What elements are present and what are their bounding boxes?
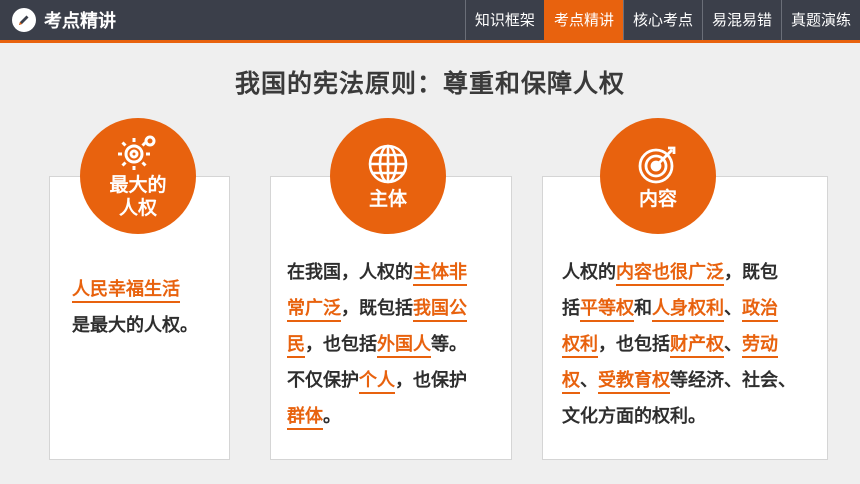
text-segment: 括 — [562, 298, 580, 319]
top-bar: 考点精讲 知识框架 考点精讲 核心考点 易混易错 真题演练 — [0, 0, 860, 40]
text-line: 人民幸福生活 — [72, 272, 198, 308]
text-line: 权、受教育权等经济、社会、 — [562, 363, 796, 399]
text-segment: 在我国，人权的 — [287, 262, 413, 283]
highlighted-term: 外国人 — [377, 334, 431, 358]
target-icon — [638, 146, 676, 183]
tab-core-points[interactable]: 核心考点 — [622, 0, 702, 40]
nav-tabs: 知识框架 考点精讲 核心考点 易混易错 真题演练 — [464, 0, 860, 40]
highlighted-term: 权利 — [562, 334, 598, 358]
highlighted-term: 平等权 — [580, 298, 634, 322]
page-title: 我国的宪法原则：尊重和保障人权 — [234, 69, 625, 98]
text-line: 不仅保护个人，也保护 — [287, 363, 467, 399]
text-line: 人权的内容也很广泛，既包 — [562, 255, 796, 291]
text-segment: ，也包括 — [598, 334, 670, 355]
globe-icon — [368, 144, 408, 183]
text-line: 是最大的人权。 — [72, 308, 198, 344]
card-text-content: 人权的内容也很广泛，既包 括平等权和人身权利、政治 权利，也包括财产权、劳动 权、受教… — [562, 255, 796, 435]
text-line: 群体。 — [287, 399, 467, 435]
circle-label: 主体 — [368, 187, 407, 210]
highlighted-term: 个人 — [359, 370, 395, 394]
highlighted-term: 人民幸福生活 — [72, 279, 180, 303]
circle-badge-greatest-human-right: 最大的 人权 — [80, 118, 196, 234]
highlighted-term: 群体 — [287, 406, 323, 430]
text-segment: 、 — [724, 298, 742, 319]
gear-icon — [118, 135, 156, 170]
brand: 考点精讲 — [12, 7, 116, 33]
text-segment: 和 — [634, 298, 652, 319]
highlighted-term: 政治 — [742, 298, 778, 322]
text-line: 权利，也包括财产权、劳动 — [562, 327, 796, 363]
text-segment: 是最大的人权。 — [72, 315, 198, 336]
circle-badge-content: 内容 — [600, 118, 716, 234]
tab-common-mistakes[interactable]: 易混易错 — [701, 0, 781, 40]
text-segment: ，也包括 — [305, 334, 377, 355]
pencil-icon — [12, 8, 36, 32]
text-segment: 等。 — [431, 334, 467, 355]
text-segment: ，既包 — [724, 262, 778, 283]
text-line: 常广泛，既包括我国公 — [287, 291, 467, 327]
text-segment: 。 — [323, 406, 341, 427]
text-line: 民，也包括外国人等。 — [287, 327, 467, 363]
text-segment: 、 — [580, 370, 598, 391]
highlighted-term: 民 — [287, 334, 305, 358]
text-segment: 文化方面的权利。 — [562, 406, 706, 427]
highlighted-term: 常广泛 — [287, 298, 341, 322]
tab-key-points[interactable]: 考点精讲 — [543, 0, 623, 40]
text-segment: ，既包括 — [341, 298, 413, 319]
highlighted-term: 权 — [562, 370, 580, 394]
page-section-title: 考点精讲 — [44, 11, 116, 32]
circle-badge-subject: 主体 — [330, 118, 446, 234]
highlighted-term: 人身权利 — [652, 298, 724, 322]
card-text-greatest-human-right: 人民幸福生活 是最大的人权。 — [72, 272, 198, 344]
text-segment: 、 — [724, 334, 742, 355]
circle-label: 内容 — [638, 187, 677, 210]
tab-exam-practice[interactable]: 真题演练 — [780, 0, 860, 40]
circle-label-line-2: 人权 — [118, 197, 157, 219]
highlighted-term: 财产权 — [670, 334, 724, 358]
text-segment: 等经济、社会、 — [670, 370, 796, 391]
top-bar-accent-line — [0, 40, 860, 43]
highlighted-term: 我国公 — [413, 298, 467, 322]
text-line: 文化方面的权利。 — [562, 399, 796, 435]
highlighted-term: 受教育权 — [598, 370, 670, 394]
text-line: 括平等权和人身权利、政治 — [562, 291, 796, 327]
text-segment: 人权的 — [562, 262, 616, 283]
highlighted-term: 主体非 — [413, 262, 467, 286]
highlighted-term: 劳动 — [742, 334, 778, 358]
text-segment: 不仅保护 — [287, 370, 359, 391]
circle-label-line-1: 最大的 — [109, 174, 167, 196]
card-text-subject: 在我国，人权的主体非 常广泛，既包括我国公 民，也包括外国人等。 不仅保护个人，也保护… — [287, 255, 467, 435]
highlighted-term: 内容也很广泛 — [616, 262, 724, 286]
text-line: 在我国，人权的主体非 — [287, 255, 467, 291]
tab-knowledge-framework[interactable]: 知识框架 — [464, 0, 544, 40]
text-segment: ，也保护 — [395, 370, 467, 391]
